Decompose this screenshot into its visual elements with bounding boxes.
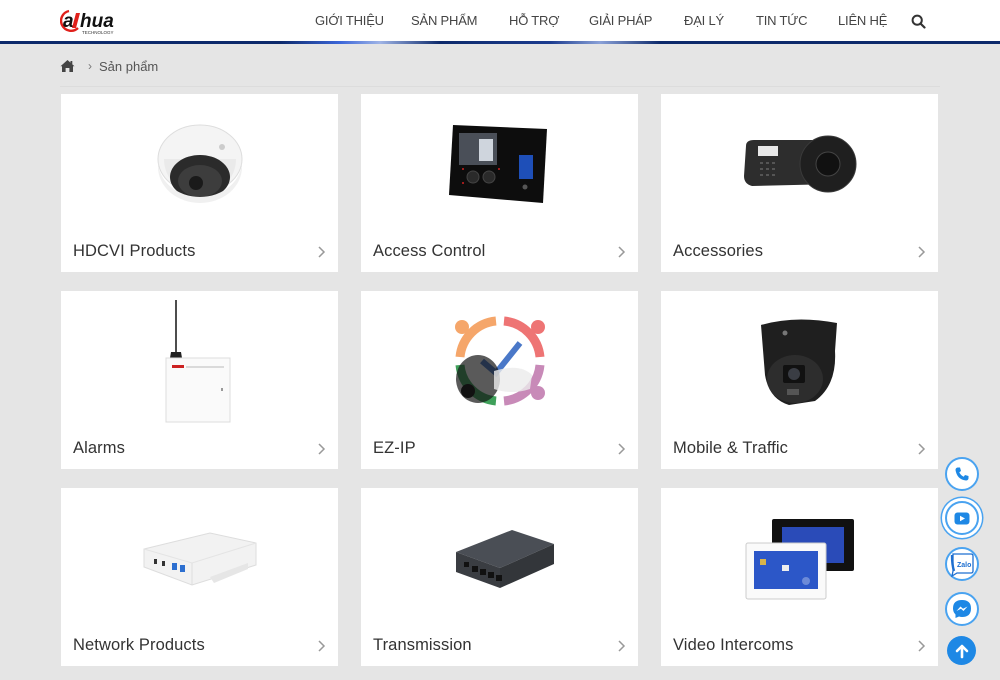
nav-ho-tro[interactable]: HỖ TRỢ [509, 13, 559, 28]
nav-dai-ly[interactable]: ĐẠI LÝ [684, 13, 724, 28]
chevron-right-icon [318, 246, 326, 258]
product-card-mobile-traffic[interactable]: Mobile & Traffic [661, 291, 938, 469]
product-title: Mobile & Traffic [673, 439, 789, 457]
site-header: a hua TECHNOLOGY GIỚI THIỆU SẢN PHẨM HỖ … [0, 0, 1000, 44]
youtube-button[interactable] [945, 501, 979, 535]
product-title: EZ-IP [373, 439, 416, 457]
chevron-right-icon [918, 246, 926, 258]
home-icon[interactable] [60, 59, 75, 73]
chevron-right-icon [618, 443, 626, 455]
product-card-accessories[interactable]: Accessories [661, 94, 938, 272]
product-title: HDCVI Products [73, 242, 196, 260]
product-title: Accessories [673, 242, 764, 260]
breadcrumb-current: Sản phẩm [99, 58, 159, 74]
ezip-logo-image [454, 316, 545, 406]
breadcrumb: › Sản phẩm [60, 57, 158, 75]
product-image [661, 94, 938, 234]
product-image [361, 291, 638, 431]
youtube-icon [954, 512, 970, 524]
nav-giai-phap[interactable]: GIẢI PHÁP [589, 13, 652, 28]
product-title: Network Products [73, 636, 205, 654]
zalo-icon: Zalo [950, 553, 974, 577]
mini-nvr-image [143, 532, 256, 586]
phone-button[interactable] [945, 457, 979, 491]
arrow-up-icon [955, 644, 968, 658]
product-image [361, 94, 638, 234]
poe-switch-image [455, 530, 554, 588]
product-title: Alarms [73, 439, 125, 457]
phone-icon [955, 467, 969, 481]
product-image [361, 488, 638, 628]
product-image [661, 291, 938, 431]
turret-camera-image [760, 319, 837, 405]
access-terminal-image [448, 125, 547, 203]
messenger-button[interactable] [945, 592, 979, 626]
product-card-ez-ip[interactable]: EZ-IP [361, 291, 638, 469]
product-card-transmission[interactable]: Transmission [361, 488, 638, 666]
ptz-keyboard-image [743, 135, 856, 193]
chevron-right-icon [918, 443, 926, 455]
product-image [661, 488, 938, 628]
product-card-video-intercoms[interactable]: Video Intercoms [661, 488, 938, 666]
search-icon[interactable] [911, 14, 926, 29]
alarm-panel-image [165, 300, 230, 423]
messenger-icon [953, 600, 971, 618]
product-image [61, 291, 338, 431]
svg-text:Zalo: Zalo [957, 562, 971, 569]
chevron-right-icon [318, 640, 326, 652]
product-image [61, 94, 338, 234]
product-title: Access Control [373, 242, 486, 260]
product-card-network[interactable]: Network Products [61, 488, 338, 666]
product-card-access-control[interactable]: Access Control [361, 94, 638, 272]
breadcrumb-divider [60, 86, 940, 87]
nav-tin-tuc[interactable]: TIN TỨC [756, 13, 808, 28]
main-nav: GIỚI THIỆU SẢN PHẨM HỖ TRỢ GIẢI PHÁP ĐẠI… [0, 13, 1000, 31]
product-card-alarms[interactable]: Alarms [61, 291, 338, 469]
chevron-right-icon [618, 246, 626, 258]
nav-san-pham[interactable]: SẢN PHẨM [411, 13, 478, 28]
nav-gioi-thieu[interactable]: GIỚI THIỆU [315, 13, 384, 28]
back-to-top-button[interactable] [947, 636, 976, 665]
chevron-right-icon [918, 640, 926, 652]
breadcrumb-separator: › [88, 59, 92, 73]
product-image [61, 488, 338, 628]
indoor-monitors-image [745, 519, 854, 600]
nav-lien-he[interactable]: LIÊN HỆ [838, 13, 887, 28]
header-divider [0, 41, 1000, 44]
product-title: Transmission [373, 636, 472, 654]
zalo-button[interactable]: Zalo [945, 547, 979, 581]
product-card-hdcvi[interactable]: HDCVI Products [61, 94, 338, 272]
dome-camera-image [157, 124, 242, 203]
chevron-right-icon [618, 640, 626, 652]
chevron-right-icon [318, 443, 326, 455]
product-title: Video Intercoms [673, 636, 794, 654]
